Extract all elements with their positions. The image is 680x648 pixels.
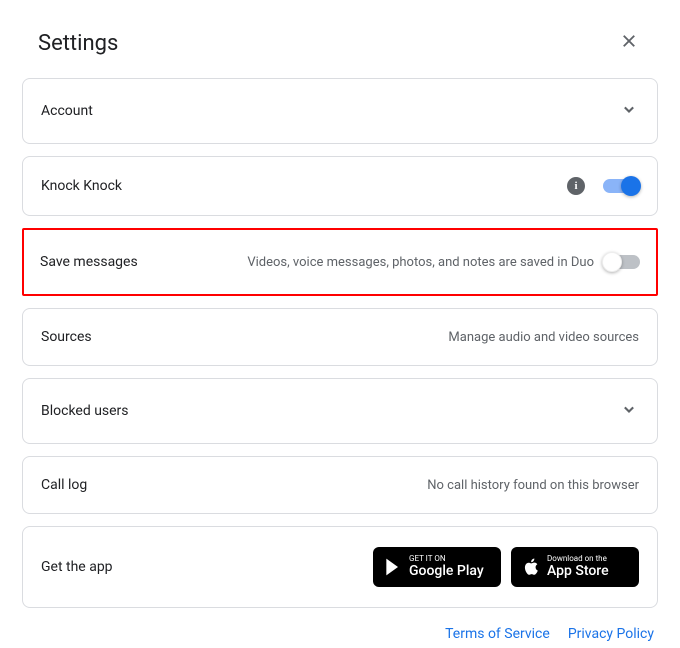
- toggle-thumb: [621, 176, 641, 196]
- sources-row[interactable]: Sources Manage audio and video sources: [22, 308, 658, 366]
- get-app-row: Get the app GET IT ON Google Play Downlo…: [22, 526, 658, 608]
- call-log-desc: No call history found on this browser: [427, 478, 639, 493]
- account-label: Account: [41, 103, 93, 119]
- blocked-users-row[interactable]: Blocked users: [22, 378, 658, 444]
- chevron-down-icon: [619, 399, 639, 423]
- close-button[interactable]: [616, 28, 642, 58]
- call-log-label: Call log: [41, 477, 87, 493]
- sources-label: Sources: [41, 329, 92, 345]
- blocked-users-label: Blocked users: [41, 403, 129, 419]
- save-messages-label: Save messages: [40, 254, 138, 270]
- footer-links: Terms of Service Privacy Policy: [22, 620, 658, 648]
- call-log-row: Call log No call history found on this b…: [22, 456, 658, 514]
- knock-knock-row: Knock Knock i: [22, 156, 658, 216]
- chevron-down-icon: [619, 99, 639, 123]
- terms-link[interactable]: Terms of Service: [445, 626, 550, 642]
- save-messages-desc: Videos, voice messages, photos, and note…: [247, 255, 594, 270]
- account-row[interactable]: Account: [22, 78, 658, 144]
- apple-icon: [521, 555, 541, 579]
- toggle-thumb: [602, 252, 622, 272]
- privacy-link[interactable]: Privacy Policy: [568, 626, 654, 642]
- save-messages-toggle[interactable]: [604, 255, 640, 269]
- info-icon[interactable]: i: [567, 177, 585, 195]
- save-messages-row: Save messages Videos, voice messages, ph…: [22, 228, 658, 296]
- google-play-text: GET IT ON Google Play: [409, 555, 484, 579]
- settings-header: Settings: [22, 22, 658, 78]
- knock-knock-toggle[interactable]: [603, 179, 639, 193]
- knock-knock-label: Knock Knock: [41, 178, 122, 194]
- app-store-text: Download on the App Store: [547, 555, 609, 579]
- google-play-icon: [383, 556, 403, 578]
- app-store-button[interactable]: Download on the App Store: [511, 547, 639, 587]
- close-icon: [620, 32, 638, 50]
- page-title: Settings: [38, 31, 118, 56]
- get-app-label: Get the app: [41, 559, 113, 575]
- sources-desc: Manage audio and video sources: [448, 330, 639, 345]
- google-play-button[interactable]: GET IT ON Google Play: [373, 547, 501, 587]
